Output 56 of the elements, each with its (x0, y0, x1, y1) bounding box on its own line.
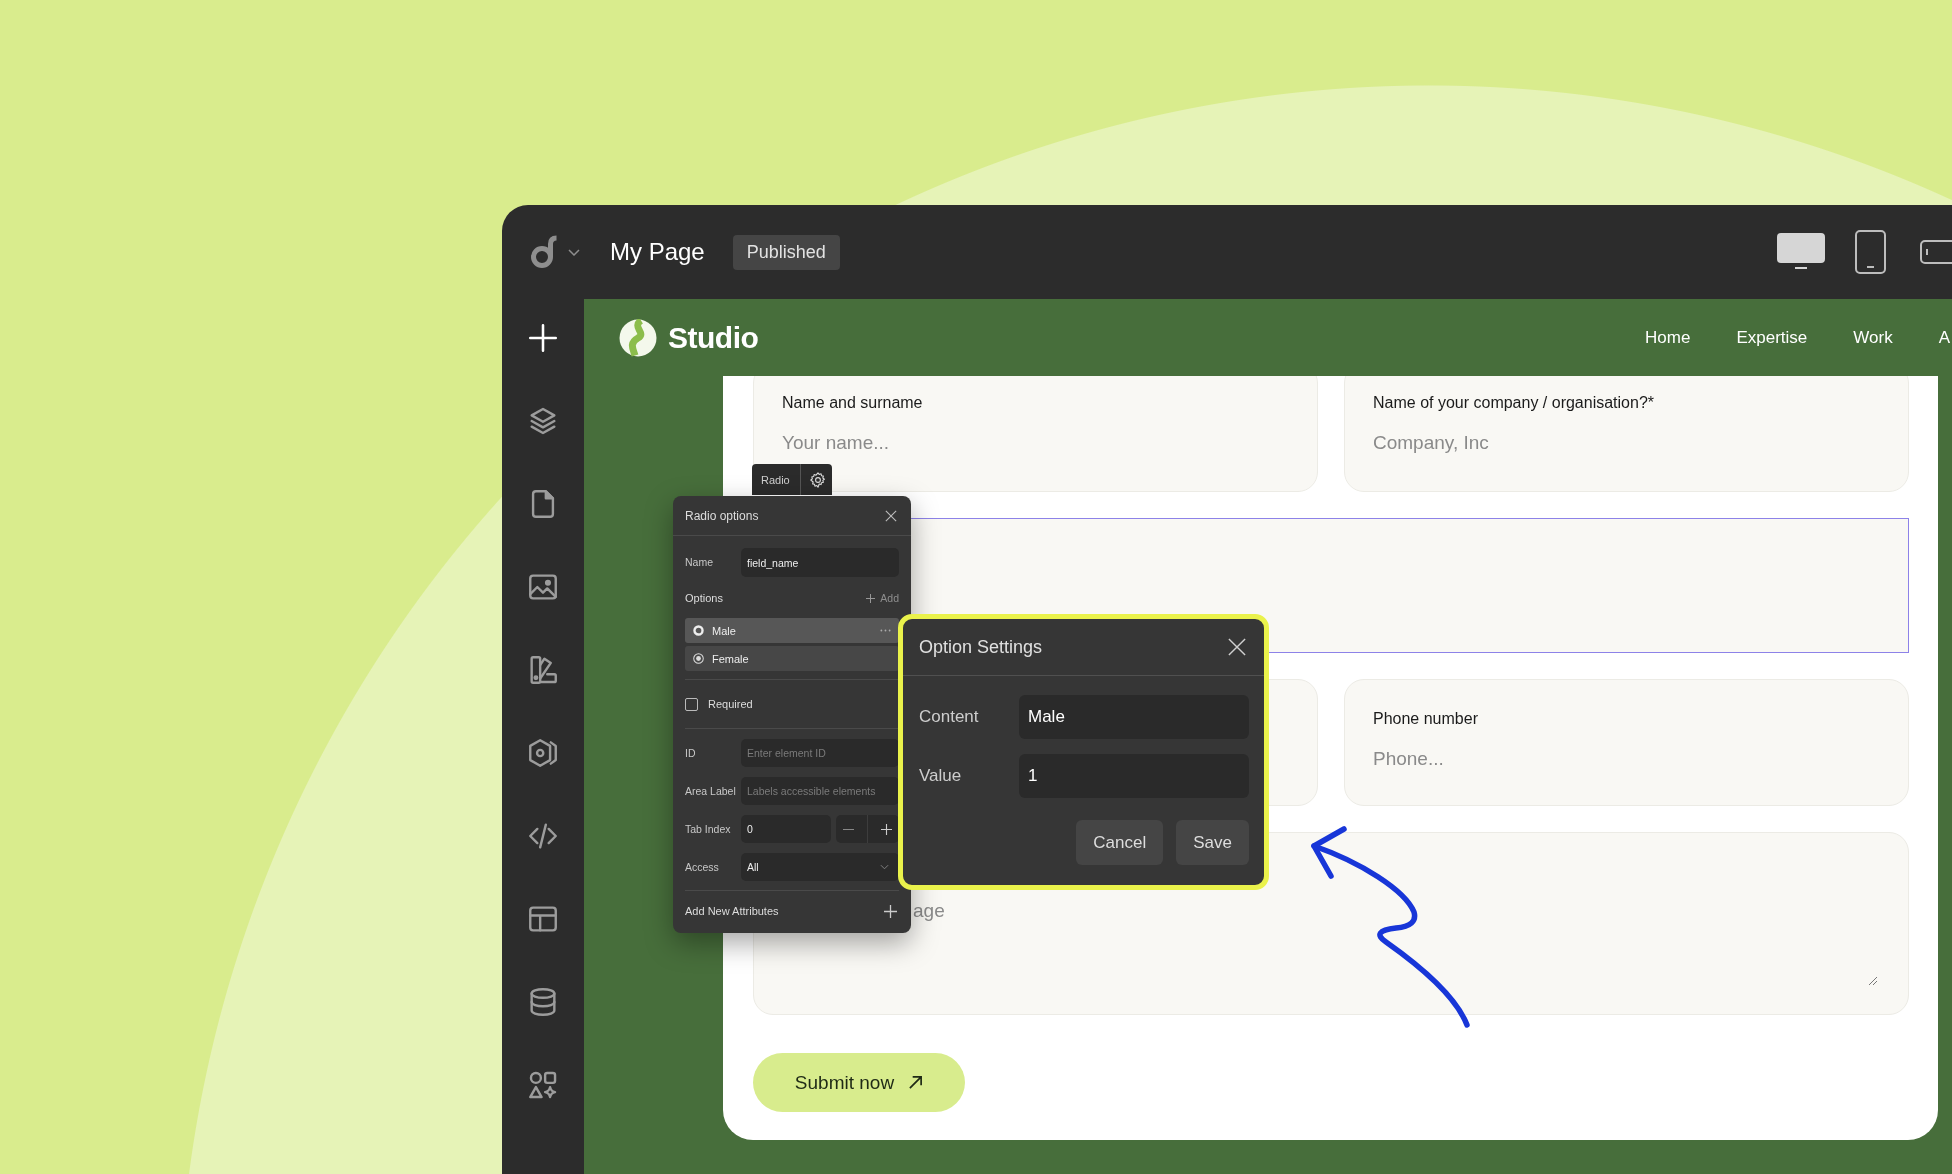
element-type-label: Radio (760, 473, 791, 486)
form-field[interactable]: Phone number Phone... (1344, 679, 1909, 806)
field-label: ID (685, 747, 697, 759)
desktop-icon[interactable] (1777, 233, 1825, 271)
options-label: Options (685, 592, 723, 604)
field-label: Content (919, 707, 980, 727)
plus-icon (884, 904, 897, 918)
access-select[interactable]: All (741, 853, 899, 881)
text-input[interactable]: 1 (1019, 754, 1249, 798)
field-label: Value (919, 766, 963, 786)
more-icon[interactable] (880, 629, 891, 632)
radio-option[interactable]: Male (685, 618, 899, 643)
brand-logo-icon (619, 318, 657, 357)
panel-title: Radio options (685, 508, 759, 523)
radio-icon[interactable] (693, 653, 704, 664)
close-icon[interactable] (885, 509, 897, 522)
submit-button[interactable]: Submit now (753, 1053, 965, 1112)
gear-icon[interactable] (810, 471, 826, 488)
dialog-title: Option Settings (919, 636, 1043, 658)
field-label: Name of your company / organisation?* (1373, 393, 1656, 413)
dialog-button[interactable]: Save (1176, 820, 1249, 865)
page-title: My Page (610, 238, 705, 266)
tablet-icon[interactable] (1855, 230, 1886, 274)
form-field[interactable]: Name of your company / organisation?* Company, Inc (1344, 376, 1909, 492)
field-label: Name and surname (782, 393, 924, 413)
nav-link[interactable]: Expertise (1736, 327, 1808, 348)
plus-icon[interactable] (881, 823, 893, 835)
checkbox[interactable] (685, 697, 698, 711)
field-label: Tab Index (685, 823, 732, 835)
field-label: Phone number (1373, 709, 1479, 729)
app-logo-icon[interactable] (530, 235, 560, 269)
chevron-down-icon[interactable] (568, 248, 580, 256)
required-label: Required (708, 698, 753, 710)
add-option-button[interactable]: Add (866, 592, 899, 604)
chevron-down-icon (880, 864, 889, 870)
status-badge: Published (732, 234, 840, 270)
nav-link[interactable]: Work (1853, 327, 1893, 348)
brand-name: Studio (668, 320, 759, 355)
nav-link[interactable]: A (1938, 327, 1950, 348)
resize-handle-icon[interactable] (1868, 976, 1878, 986)
radio-option[interactable]: Female (685, 646, 899, 671)
arrow-up-right-icon (908, 1075, 924, 1090)
tab-index-input[interactable]: 0 (741, 815, 831, 843)
hexagon-icon[interactable] (526, 736, 560, 770)
field-label: Access (685, 861, 720, 873)
dialog-button[interactable]: Cancel (1076, 820, 1164, 865)
text-input[interactable]: Male (1019, 695, 1249, 739)
close-icon[interactable] (1228, 638, 1246, 656)
field-label: Name (685, 557, 714, 568)
name-input[interactable]: field_name (741, 548, 899, 577)
plus-icon (866, 593, 876, 603)
radio-icon[interactable] (693, 625, 704, 636)
phone-landscape-icon[interactable] (1920, 240, 1952, 264)
add-icon[interactable] (526, 321, 560, 355)
nav-link[interactable]: Home (1645, 327, 1691, 348)
field-label: Area Label (685, 785, 737, 797)
